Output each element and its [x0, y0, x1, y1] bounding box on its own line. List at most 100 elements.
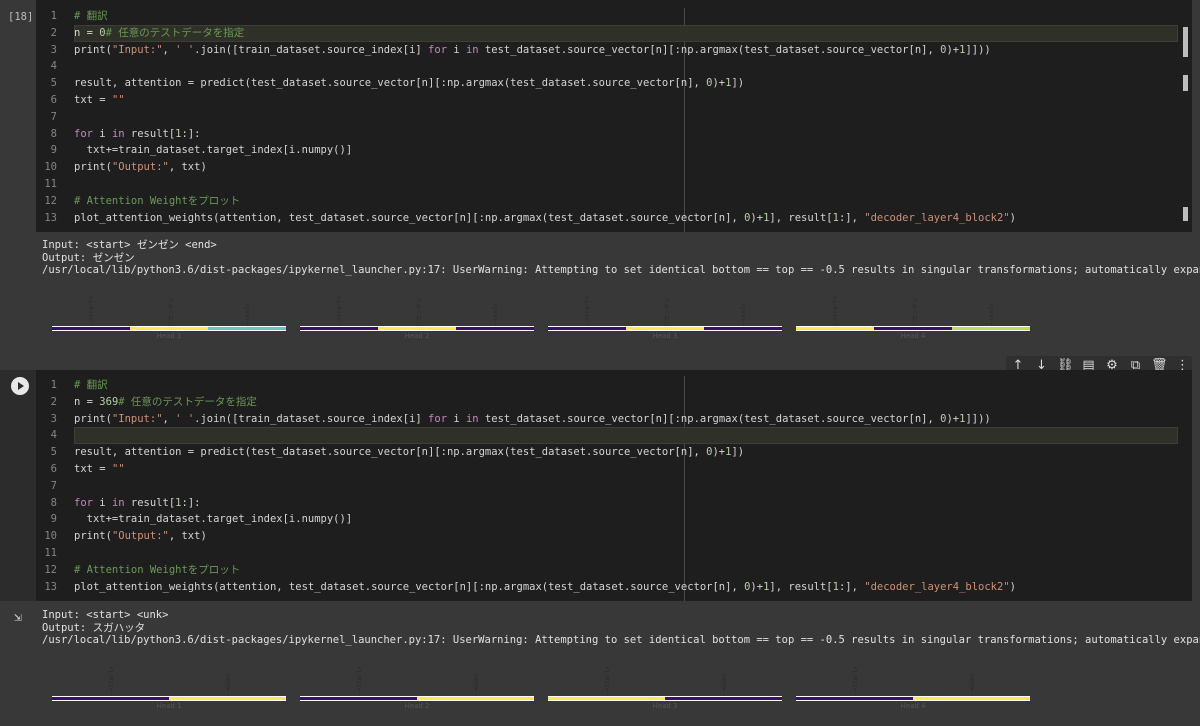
heatmap-cell	[626, 327, 704, 330]
output-line: Input: <start> <unk>	[42, 609, 169, 621]
code-text[interactable]: n = 0# 任意のテストデータを指定	[74, 25, 244, 42]
code-line[interactable]: 11	[36, 176, 1192, 193]
heatmap-cell	[548, 697, 665, 700]
code-line[interactable]: 7	[36, 478, 1192, 495]
line-number: 3	[50, 412, 57, 425]
code-text[interactable]: plot_attention_weights(attention, test_d…	[74, 579, 1016, 596]
code-line[interactable]: 1 # 翻訳	[36, 377, 1192, 394]
attention-heatmap	[548, 326, 782, 331]
code-text[interactable]: print("Input:", ' '.join([train_dataset.…	[74, 411, 991, 428]
attention-heatmap	[300, 326, 534, 331]
code-line[interactable]: 4	[36, 427, 1192, 444]
output-line: Output: スガハッタ	[42, 621, 146, 634]
heatmap-cell	[704, 327, 782, 330]
code-line[interactable]: 2 n = 0# 任意のテストデータを指定	[36, 25, 1192, 42]
code-text[interactable]: txt+=train_dataset.target_index[i.numpy(…	[74, 142, 353, 159]
heatmap-cell	[874, 327, 952, 330]
attention-head-plot: <start> <unk> Head 3	[548, 659, 782, 710]
output-area-2: ⇲ Input: <start> <unk> Output: スガハッタ/usr/…	[0, 601, 1200, 726]
line-number: 5	[50, 446, 57, 459]
code-line[interactable]: 3 print("Input:", ' '.join([train_dataset…	[36, 42, 1192, 59]
scrollbar-marker	[1183, 207, 1188, 221]
attention-heatmap	[796, 326, 1030, 331]
code-editor[interactable]: 1 # 翻訳 2 n = 369# 任意のテストデータを指定 3 print("Input…	[36, 370, 1192, 601]
attention-head-plot: <start> ゼンゼン <end> Head 1	[52, 289, 286, 340]
code-text[interactable]: print("Input:", ' '.join([train_dataset.…	[74, 42, 991, 59]
code-text[interactable]: # Attention Weightをプロット	[74, 562, 240, 579]
line-number: 11	[44, 178, 57, 190]
code-line[interactable]: 7	[36, 109, 1192, 126]
code-line[interactable]: 9 txt+=train_dataset.target_index[i.nump…	[36, 142, 1192, 159]
scrollbar-marker[interactable]	[1183, 27, 1188, 57]
code-line[interactable]: 12 # Attention Weightをプロット	[36, 193, 1192, 210]
code-line[interactable]: 8 for i in result[1:]:	[36, 126, 1192, 143]
output-text[interactable]: Input: <start> ゼンゼン <end> Output: ゼンゼン/us…	[42, 239, 1200, 277]
code-text[interactable]: print("Output:", txt)	[74, 159, 207, 176]
code-line[interactable]: 12 # Attention Weightをプロット	[36, 562, 1192, 579]
code-cell-1[interactable]: [18] 1 # 翻訳 2 n = 0# 任意のテストデータを指定 3 print("In…	[0, 0, 1200, 232]
line-number: 8	[50, 496, 57, 509]
line-number: 8	[50, 127, 57, 140]
code-line[interactable]: 6 txt = ""	[36, 92, 1192, 109]
code-line[interactable]: 5 result, attention = predict(test_datase…	[36, 444, 1192, 461]
code-line[interactable]: 6 txt = ""	[36, 461, 1192, 478]
code-line[interactable]: 5 result, attention = predict(test_datase…	[36, 75, 1192, 92]
tick-label: <start>	[603, 665, 611, 691]
code-text[interactable]: # Attention Weightをプロット	[74, 193, 240, 210]
heatmap-cell	[417, 697, 534, 700]
line-number: 13	[44, 211, 57, 224]
line-number: 11	[44, 547, 57, 559]
code-text[interactable]: n = 369# 任意のテストデータを指定	[74, 394, 257, 411]
head-title: Head 4	[900, 702, 926, 710]
code-line[interactable]: 9 txt+=train_dataset.target_index[i.nump…	[36, 511, 1192, 528]
line-number: 10	[44, 161, 57, 174]
tick-label: <start>	[584, 295, 591, 321]
code-cell-2[interactable]: 1 # 翻訳 2 n = 369# 任意のテストデータを指定 3 print("Input…	[0, 370, 1200, 601]
line-number: 1	[50, 379, 57, 391]
tick-label: <unk>	[720, 672, 728, 691]
code-line[interactable]: 3 print("Input:", ' '.join([train_dataset…	[36, 411, 1192, 428]
heatmap-cell	[456, 327, 534, 330]
code-line[interactable]: 4	[36, 58, 1192, 75]
output-clear-icon[interactable]: ⇲	[14, 611, 28, 625]
code-line[interactable]: 8 for i in result[1:]:	[36, 495, 1192, 512]
code-editor[interactable]: 1 # 翻訳 2 n = 0# 任意のテストデータを指定 3 print("Input:"…	[36, 0, 1192, 232]
output-line: /usr/local/lib/python3.6/dist-packages/i…	[42, 634, 1200, 647]
code-text[interactable]: result, attention = predict(test_dataset…	[74, 75, 744, 92]
code-text[interactable]: print("Output:", txt)	[74, 528, 207, 545]
heatmap-cell	[300, 697, 417, 700]
code-line[interactable]: 10 print("Output:", txt)	[36, 528, 1192, 545]
tick-label: <unk>	[472, 672, 480, 691]
run-cell-button[interactable]	[11, 377, 29, 395]
code-line[interactable]: 1 # 翻訳	[36, 8, 1192, 25]
line-number: 3	[50, 43, 57, 56]
code-line[interactable]: 2 n = 369# 任意のテストデータを指定	[36, 394, 1192, 411]
tick-label: <end>	[740, 302, 747, 321]
head-title: Head 2	[404, 702, 430, 710]
tick-label: ゼンゼン	[168, 296, 175, 321]
attention-heatmap	[52, 696, 286, 701]
tick-label: <start>	[107, 665, 115, 691]
output-line: Output: ゼンゼン	[42, 251, 135, 264]
code-line[interactable]: 13 plot_attention_weights(attention, test…	[36, 579, 1192, 596]
code-line[interactable]: 13 plot_attention_weights(attention, test…	[36, 210, 1192, 227]
code-text[interactable]: # 翻訳	[74, 8, 108, 25]
code-text[interactable]: txt = ""	[74, 92, 125, 109]
tick-label: <unk>	[224, 672, 232, 691]
scrollbar-marker	[1183, 75, 1188, 91]
line-number: 9	[50, 144, 57, 157]
heatmap-cell	[130, 327, 208, 330]
output-text[interactable]: Input: <start> <unk> Output: スガハッタ/usr/lo…	[42, 609, 1200, 647]
tick-label: <end>	[988, 302, 995, 321]
code-text[interactable]: plot_attention_weights(attention, test_d…	[74, 210, 1016, 227]
code-text[interactable]: for i in result[1:]:	[74, 495, 200, 512]
code-text[interactable]: txt = ""	[74, 461, 125, 478]
code-text[interactable]: for i in result[1:]:	[74, 126, 200, 143]
code-text[interactable]: result, attention = predict(test_dataset…	[74, 444, 744, 461]
tick-label: <start>	[88, 295, 95, 321]
code-text[interactable]: txt+=train_dataset.target_index[i.numpy(…	[74, 511, 353, 528]
code-line[interactable]: 11	[36, 545, 1192, 562]
code-text[interactable]: # 翻訳	[74, 377, 108, 394]
code-line[interactable]: 10 print("Output:", txt)	[36, 159, 1192, 176]
output-line: /usr/local/lib/python3.6/dist-packages/i…	[42, 264, 1200, 277]
